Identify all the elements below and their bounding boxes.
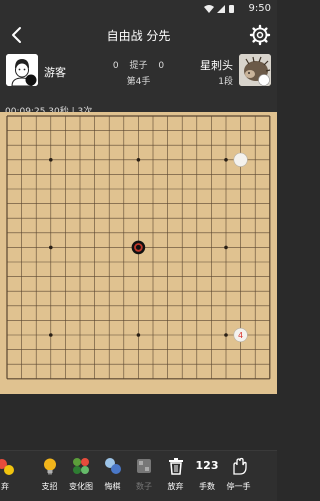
star-point (136, 158, 141, 162)
capture-left: 0 (112, 61, 119, 71)
white-stone-indicator (258, 74, 270, 86)
variation-icon (73, 458, 89, 474)
lightbulb-icon (43, 458, 56, 475)
star-point (224, 158, 228, 162)
undo-stones-icon (104, 458, 121, 474)
star-point (136, 333, 141, 337)
star-point (224, 333, 228, 337)
tool-stop-button[interactable]: 停一手 (221, 451, 257, 501)
star-point (49, 245, 53, 250)
trash-icon (168, 458, 183, 475)
tool-stop-label: 停一手 (226, 482, 251, 491)
capture-right: 0 (158, 61, 165, 71)
status-icons (204, 5, 234, 13)
signal-icon (217, 5, 225, 13)
move-label: 4 (238, 331, 243, 340)
colored-dots-icon (0, 459, 14, 475)
star-point (49, 333, 53, 337)
tool-partial-button[interactable]: 弃 (0, 451, 23, 501)
battery-icon (229, 5, 234, 13)
move-number: 第4手 (126, 77, 151, 87)
black-stone (131, 240, 146, 255)
gear-icon[interactable] (249, 24, 271, 46)
star-point (49, 158, 53, 162)
star-point (224, 245, 228, 250)
go-board[interactable]: 4 (0, 112, 277, 394)
white-stone (233, 152, 248, 167)
count-icon (137, 459, 151, 473)
empty-area (0, 394, 277, 450)
player-right-name: 星刺头 (200, 59, 233, 72)
wifi-icon (204, 5, 214, 13)
capture-label: 提子 (129, 61, 148, 71)
player-right-rank: 1段 (218, 77, 233, 87)
avatar-right[interactable] (239, 54, 271, 86)
white-stone: 4 (233, 327, 248, 343)
status-time: 9:50 (248, 3, 271, 14)
hedgehog-avatar-icon (239, 54, 271, 86)
board-grid[interactable]: 4 (0, 112, 277, 394)
bottom-toolbar: 弃支招 变化图 悔棋 数子 放弃 123 手数 停一手 (0, 450, 277, 501)
title-bar: 自由战 分先 (0, 18, 277, 52)
123-icon: 123 (195, 459, 219, 472)
player-panel: 游客 0 提子 0 第4手 星刺头 1段 (0, 52, 277, 104)
page-title: 自由战 分先 (106, 29, 171, 43)
status-bar: 9:50 (0, 0, 277, 18)
tool-partial-label: 弃 (1, 482, 9, 491)
hand-icon (232, 457, 247, 475)
capture-count: 0 提子 0 (0, 58, 277, 71)
